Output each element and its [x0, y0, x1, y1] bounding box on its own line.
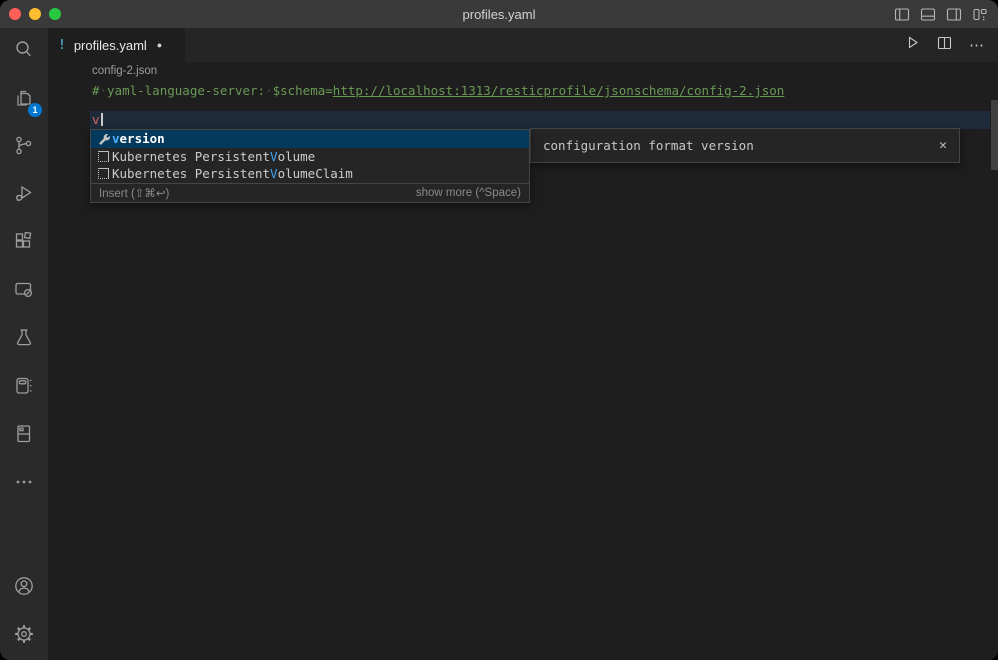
explorer-badge: 1 — [28, 103, 42, 117]
toggle-secondary-sidebar-icon[interactable] — [946, 7, 962, 22]
code-line-typed: v — [92, 111, 103, 129]
toggle-panel-icon[interactable] — [920, 7, 936, 22]
sidebar-item-database[interactable] — [0, 412, 48, 460]
sidebar-item-search[interactable] — [0, 28, 48, 76]
testing-icon — [12, 326, 36, 355]
zoom-window-button[interactable] — [49, 8, 61, 20]
suggest-label: Kubernetes PersistentVolumeClaim — [112, 166, 353, 181]
close-window-button[interactable] — [9, 8, 21, 20]
sidebar-item-more[interactable] — [0, 460, 48, 508]
more-icon — [12, 470, 36, 499]
suggest-item-persistentvolume[interactable]: Kubernetes PersistentVolume — [91, 148, 529, 166]
yaml-file-icon: ! — [58, 38, 66, 53]
settings-button[interactable] — [0, 612, 48, 660]
tab-bar: ! profiles.yaml ● ⋯ — [48, 28, 998, 62]
run-debug-icon — [12, 182, 36, 211]
suggest-item-persistentvolumeclaim[interactable]: Kubernetes PersistentVolumeClaim — [91, 165, 529, 183]
sidebar-item-testing[interactable] — [0, 316, 48, 364]
activity-bar: 1 — [0, 28, 48, 660]
current-line-highlight — [90, 111, 990, 129]
editor-scrollbar[interactable] — [991, 100, 998, 170]
editor-pane[interactable]: #yaml-language-server:$schema=http://loc… — [48, 80, 998, 660]
suggest-label: version — [112, 131, 165, 146]
snippet-icon — [95, 168, 112, 179]
sidebar-item-run-debug[interactable] — [0, 172, 48, 220]
suggest-show-more-hint[interactable]: show more (^Space) — [416, 187, 521, 199]
suggest-status-bar: Insert (⇧⌘↩) show more (^Space) — [91, 183, 529, 202]
snippet-icon — [95, 151, 112, 162]
suggest-details-text: configuration format version — [543, 138, 754, 153]
suggest-item-version[interactable]: version — [91, 130, 529, 148]
text-cursor — [101, 113, 103, 126]
suggest-label: Kubernetes PersistentVolume — [112, 149, 315, 164]
code-line-comment: #yaml-language-server:$schema=http://loc… — [92, 82, 784, 99]
search-icon — [12, 38, 36, 67]
close-icon[interactable]: ✕ — [939, 138, 947, 153]
account-icon — [11, 573, 37, 604]
extensions-icon — [12, 230, 36, 259]
remote-explorer-icon — [12, 278, 36, 307]
database-icon — [12, 422, 36, 451]
suggest-details-panel: configuration format version ✕ — [530, 128, 960, 163]
window-title: profiles.yaml — [0, 7, 998, 22]
sidebar-item-remote-explorer[interactable] — [0, 268, 48, 316]
tab-profiles-yaml[interactable]: ! profiles.yaml ● — [48, 28, 185, 62]
whitespace-dot — [265, 82, 273, 99]
sidebar-item-source-control[interactable] — [0, 124, 48, 172]
notebook-icon — [12, 374, 36, 403]
suggest-widget: version Kubernetes PersistentVolume Kube… — [90, 129, 530, 203]
modified-dot-icon[interactable]: ● — [157, 40, 162, 50]
schema-link[interactable]: http://localhost:1313/resticprofile/json… — [333, 83, 785, 98]
vscode-window: profiles.yaml — [0, 0, 998, 660]
property-wrench-icon — [95, 132, 112, 145]
titlebar: profiles.yaml — [0, 0, 998, 28]
sidebar-item-extensions[interactable] — [0, 220, 48, 268]
account-button[interactable] — [0, 564, 48, 612]
settings-gear-icon — [11, 621, 37, 652]
split-editor-button[interactable] — [937, 36, 952, 55]
toggle-primary-sidebar-icon[interactable] — [894, 7, 910, 22]
source-control-icon — [12, 134, 36, 163]
tab-label: profiles.yaml — [74, 38, 147, 53]
breadcrumb-item[interactable]: config-2.json — [92, 65, 157, 77]
sidebar-item-notebook[interactable] — [0, 364, 48, 412]
traffic-lights — [9, 8, 61, 20]
customize-layout-icon[interactable] — [972, 7, 988, 22]
suggest-insert-hint: Insert (⇧⌘↩) — [99, 186, 169, 200]
whitespace-dot — [100, 82, 108, 99]
minimize-window-button[interactable] — [29, 8, 41, 20]
editor-more-actions-button[interactable]: ⋯ — [969, 38, 984, 53]
run-button[interactable] — [905, 35, 920, 55]
breadcrumb[interactable]: config-2.json — [48, 62, 998, 80]
sidebar-item-explorer[interactable]: 1 — [0, 76, 48, 124]
